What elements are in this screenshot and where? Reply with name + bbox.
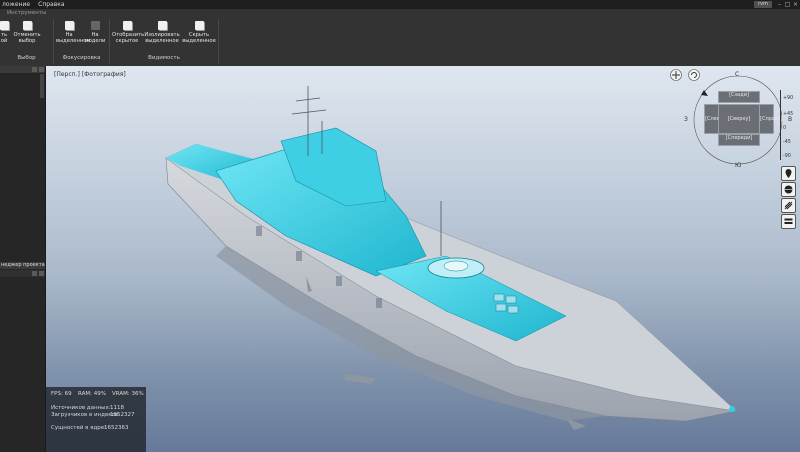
- view-cube[interactable]: С Ю З В [Сзади] [Слева] [Сверху] [Справа…: [682, 71, 794, 170]
- focus-selected-icon: [64, 21, 74, 30]
- ribbon-group-selection: ть ой Отменить выбор Выбор: [0, 19, 54, 63]
- loaders-value: 1652327: [110, 412, 135, 418]
- measure-icon[interactable]: [781, 198, 796, 213]
- compass-south[interactable]: Ю: [735, 162, 741, 169]
- deselect-button[interactable]: Отменить выбор: [12, 21, 42, 44]
- ruler-tick: -45: [783, 140, 791, 145]
- ribbon-group-visibility: Отобразить скрытое Изолировать выделенно…: [110, 19, 219, 63]
- ruler-tick: 0: [783, 126, 787, 131]
- deselect-icon: [22, 21, 32, 30]
- viewport-mode-label[interactable]: [Персп.] [Фотография]: [54, 71, 126, 78]
- project-manager-header: неджер проекта: [0, 262, 45, 269]
- panel-pin-icon[interactable]: [32, 67, 37, 72]
- vram-readout: VRAM: 36%: [112, 391, 144, 397]
- compass-west[interactable]: З: [684, 116, 688, 123]
- focus-model-icon: [90, 21, 100, 30]
- user-badge[interactable]: rvm: [754, 1, 772, 8]
- ruler-tick: +45: [783, 112, 794, 117]
- sources-label: Источников данных:: [51, 405, 111, 411]
- pan-icon[interactable]: [670, 69, 682, 81]
- ribbon-group-focus: На выделенном На модели Фокусировка: [54, 19, 110, 63]
- stats-overlay: FPS: 69 RAM: 49% VRAM: 36% Источников да…: [46, 387, 146, 452]
- project-manager-toolbar: [0, 270, 45, 277]
- ruler-tick: +90: [783, 96, 794, 101]
- focus-selected-button[interactable]: На выделенном: [56, 21, 90, 44]
- isolate-selected-button[interactable]: Изолировать выделенное: [144, 21, 180, 44]
- select-icon: [0, 21, 9, 30]
- hide-icon: [194, 21, 204, 30]
- fps-readout: FPS: 69: [51, 391, 72, 397]
- focus-model-button[interactable]: На модели: [84, 21, 106, 44]
- cube-face-top[interactable]: [Сверху]: [718, 104, 760, 134]
- hide-selected-button[interactable]: Скрыть выделенное: [182, 21, 216, 44]
- compass-north[interactable]: С: [735, 71, 739, 78]
- cube-face-right[interactable]: [Справа]: [759, 104, 783, 134]
- menu-bar: ложение Справка: [0, 0, 800, 9]
- left-panel: неджер проекта: [0, 66, 46, 452]
- panel-close-icon[interactable]: [39, 271, 44, 276]
- cube-face-back[interactable]: [Сзади]: [718, 91, 760, 103]
- panel-header-top: [0, 66, 45, 73]
- ribbon: Инструменты ть ой Отменить выбор Выбор Н…: [0, 9, 800, 67]
- ribbon-tab-tools[interactable]: Инструменты: [7, 10, 46, 16]
- panel-close-icon[interactable]: [39, 67, 44, 72]
- panel-scrollbar[interactable]: [40, 74, 44, 98]
- eye-icon: [122, 21, 132, 30]
- pitch-ruler[interactable]: +90 +45 0 -45 -90: [780, 90, 798, 165]
- group-title-selection: Выбор: [17, 55, 36, 61]
- location-pin-icon[interactable]: [781, 166, 796, 181]
- menu-item-app[interactable]: ложение: [2, 1, 36, 8]
- panel-pin-icon[interactable]: [32, 271, 37, 276]
- layers-icon[interactable]: [781, 214, 796, 229]
- group-title-visibility: Видимость: [148, 55, 180, 61]
- group-title-focus: Фокусировка: [62, 55, 101, 61]
- cube-face-left[interactable]: [Слева]: [704, 104, 725, 134]
- menu-item-help[interactable]: Справка: [38, 1, 70, 8]
- globe-icon[interactable]: [781, 182, 796, 197]
- entities-label: Сущностей в ядре:: [51, 425, 106, 431]
- cube-face-front[interactable]: [Спереди]: [718, 134, 760, 146]
- entities-value: 1652363: [104, 425, 129, 431]
- close-icon[interactable]: ×: [792, 1, 799, 8]
- ram-readout: RAM: 49%: [78, 391, 106, 397]
- maximize-icon[interactable]: □: [784, 1, 791, 8]
- isolate-icon: [157, 21, 167, 30]
- minimize-icon[interactable]: –: [776, 1, 783, 8]
- show-hidden-button[interactable]: Отобразить скрытое: [112, 21, 144, 44]
- project-manager-title: неджер проекта: [1, 262, 45, 268]
- viewport-3d[interactable]: [Персп.] [Фотография] С Ю З В [Сзади] [С…: [46, 66, 800, 452]
- sources-value: 1118: [110, 405, 124, 411]
- ruler-tick: -90: [783, 154, 791, 159]
